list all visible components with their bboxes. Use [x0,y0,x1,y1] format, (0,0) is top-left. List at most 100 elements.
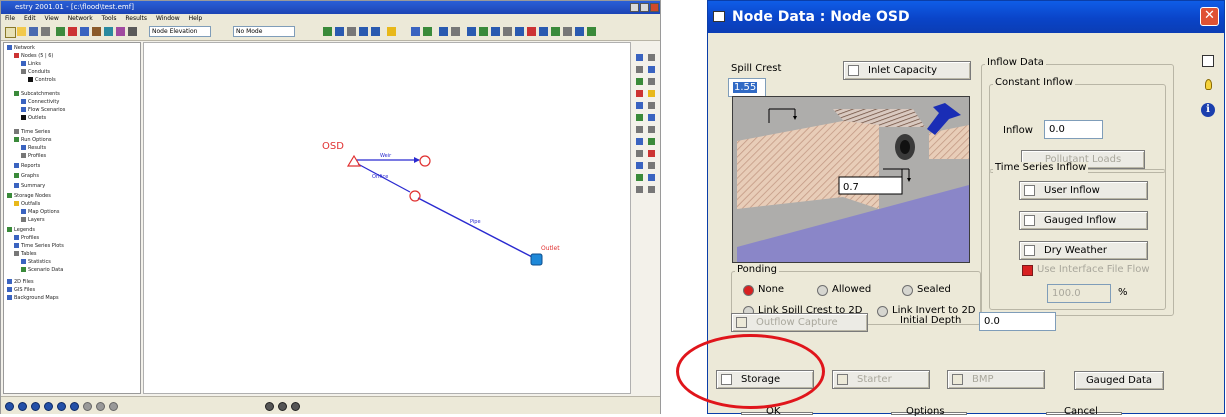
tree-item[interactable]: Background Maps [7,295,59,302]
tool-icon[interactable] [104,27,113,36]
tree-item[interactable]: Graphs [14,173,39,180]
tree-item[interactable]: Links [21,61,41,68]
menu-network[interactable]: Network [68,15,93,22]
tool-icon[interactable] [648,126,655,133]
spill-crest-input[interactable]: 1.55 [728,78,766,97]
nav-icon[interactable] [18,402,27,411]
node-field-combo[interactable]: Node Elevation [149,26,211,37]
new-icon[interactable] [5,27,16,38]
starter-button[interactable]: Starter [832,370,930,389]
tool-icon[interactable] [423,27,432,36]
nav-icon[interactable] [83,402,92,411]
tree-item[interactable]: Flow Scenarios [21,107,65,114]
tool-icon[interactable] [92,27,101,36]
orifice-node[interactable] [409,190,421,202]
tree-item[interactable]: Outfalls [14,201,40,208]
tool-icon[interactable] [636,54,643,61]
nav-icon[interactable] [57,402,66,411]
zoom-icon[interactable] [265,402,274,411]
tool-icon[interactable] [128,27,137,36]
info-icon[interactable]: i [1201,103,1215,117]
tool-icon[interactable] [387,27,396,36]
tree-item[interactable]: Storage Nodes [7,193,51,200]
invert-value[interactable]: 0.7 [843,182,859,193]
tool-icon[interactable] [491,27,500,36]
tool-icon[interactable] [411,27,420,36]
tool-icon[interactable] [479,27,488,36]
minimize-button[interactable] [630,3,639,12]
menu-results[interactable]: Results [125,15,147,22]
gauged-data-button[interactable]: Gauged Data [1074,371,1164,390]
tool-icon[interactable] [323,27,332,36]
tree-item[interactable]: Results [21,145,46,152]
tool-icon[interactable] [68,27,77,36]
tree-item[interactable]: Profiles [14,235,39,242]
inlet-capacity-button[interactable]: Inlet Capacity [843,61,971,80]
tree-item[interactable]: Time Series Plots [14,243,64,250]
tree-item[interactable]: Run Options [14,137,51,144]
tool-icon[interactable] [503,27,512,36]
weir-node[interactable] [419,155,431,167]
tree-item[interactable]: Controls [28,77,56,84]
tool-icon[interactable] [371,27,380,36]
tool-icon[interactable] [116,27,125,36]
interface-percent-input[interactable]: 100.0 [1047,284,1111,303]
ponding-sealed-radio[interactable] [902,285,913,296]
mode-combo[interactable]: No Mode [233,26,295,37]
tool-icon[interactable] [636,78,643,85]
dry-weather-button[interactable]: Dry Weather [1019,241,1148,260]
tool-icon[interactable] [551,27,560,36]
user-inflow-button[interactable]: User Inflow [1019,181,1148,200]
tool-icon[interactable] [636,150,643,157]
print-icon[interactable] [41,27,50,36]
tool-icon[interactable] [648,90,655,97]
tool-icon[interactable] [335,27,344,36]
menu-edit[interactable]: Edit [24,15,36,22]
copy-icon[interactable] [1202,55,1214,67]
tool-icon[interactable] [648,54,655,61]
tool-icon[interactable] [648,78,655,85]
link-invert-radio[interactable] [877,306,888,317]
tree-item[interactable]: Scenario Data [21,267,63,274]
tool-icon[interactable] [648,66,655,73]
tool-icon[interactable] [648,150,655,157]
tree-item[interactable]: Nodes (5 | 6) [14,53,53,60]
zoom-icon[interactable] [278,402,287,411]
tool-icon[interactable] [648,174,655,181]
tree-item[interactable]: Summary [14,183,45,190]
close-button[interactable]: ✕ [1200,7,1219,26]
tree-item[interactable]: GIS Files [7,287,35,294]
dry-weather-checkbox[interactable] [1024,245,1035,256]
tree-item[interactable]: Map Options [21,209,59,216]
tool-icon[interactable] [648,162,655,169]
tool-icon[interactable] [636,114,643,121]
initial-depth-input[interactable]: 0.0 [979,312,1056,331]
inlet-capacity-checkbox[interactable] [848,65,859,76]
user-inflow-checkbox[interactable] [1024,185,1035,196]
menu-view[interactable]: View [45,15,59,22]
menu-help[interactable]: Help [189,15,203,22]
gauged-inflow-checkbox[interactable] [1024,215,1035,226]
tool-icon[interactable] [80,27,89,36]
tree-item[interactable]: Statistics [21,259,51,266]
network-tree[interactable]: Network Nodes (5 | 6) Links Conduits Con… [3,42,141,394]
tree-item[interactable]: Reports [14,163,40,170]
tool-icon[interactable] [563,27,572,36]
nav-icon[interactable] [96,402,105,411]
ponding-none-radio[interactable] [743,285,754,296]
nav-icon[interactable] [44,402,53,411]
tool-icon[interactable] [467,27,476,36]
open-icon[interactable] [17,27,26,36]
lightbulb-icon[interactable] [1205,79,1212,90]
tree-item[interactable]: Connectivity [21,99,59,106]
tool-icon[interactable] [636,102,643,109]
starter-checkbox[interactable] [837,374,848,385]
tool-icon[interactable] [587,27,596,36]
tool-icon[interactable] [527,27,536,36]
tool-icon[interactable] [515,27,524,36]
tool-icon[interactable] [451,27,460,36]
tool-icon[interactable] [439,27,448,36]
tool-icon[interactable] [648,114,655,121]
save-icon[interactable] [29,27,38,36]
tool-icon[interactable] [636,126,643,133]
